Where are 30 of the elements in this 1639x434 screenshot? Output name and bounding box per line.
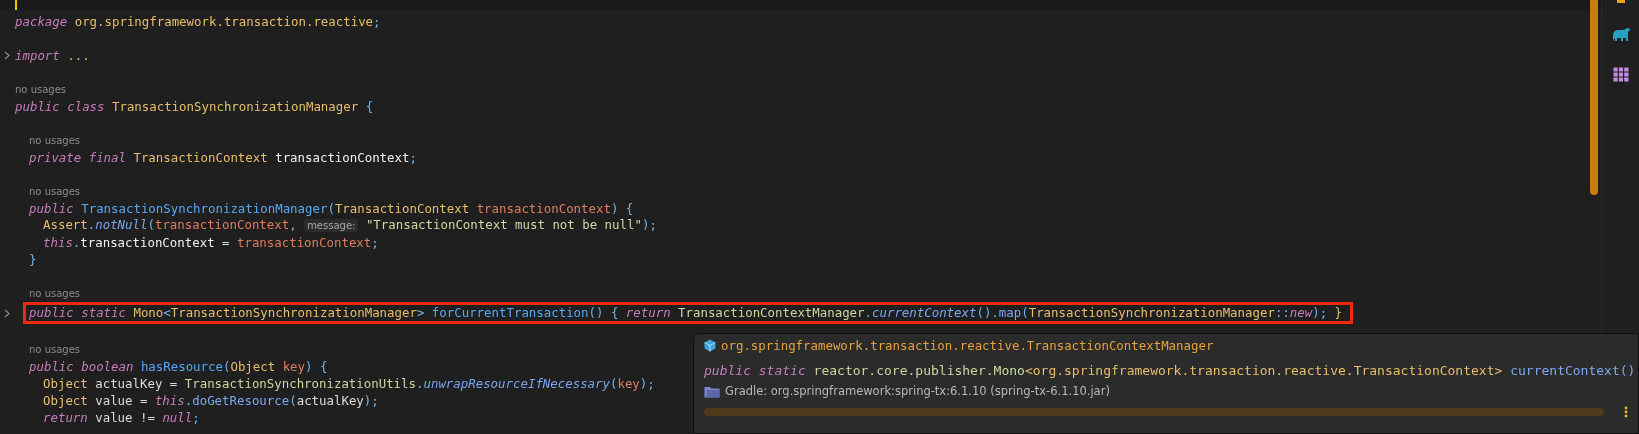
code-line: public class TransactionSynchronizationManager { <box>15 98 374 115</box>
method-signature: public static reactor.core.publisher.Mono<org.springframework.transaction.reactive.TransactionContext> currentContext() <box>704 363 1637 378</box>
code-line: Assert.notNull(transactionContext, message: "TransactionContext must not be null"); <box>43 217 657 234</box>
code-line: public TransactionSynchronizationManager(TransactionContext transactionContext) { <box>29 200 634 217</box>
more-icon[interactable] <box>1624 406 1628 418</box>
usage-hint[interactable]: no usages <box>29 288 81 299</box>
scrollbar-thumb[interactable] <box>704 408 1604 416</box>
table-icon[interactable] <box>1612 67 1629 82</box>
code-line: private final TransactionContext transactionContext; <box>29 149 417 166</box>
fold-chevron-icon[interactable] <box>4 308 10 318</box>
usage-hint[interactable]: no usages <box>29 186 81 197</box>
code-line: this.transactionContext = transactionContext; <box>43 234 379 251</box>
usage-hint[interactable]: no usages <box>15 84 67 95</box>
code-line: } <box>29 251 37 268</box>
code-line: public boolean hasResource(Object key) { <box>29 358 328 375</box>
class-name[interactable]: org.springframework.transaction.reactive.TransactionContextManager <box>721 338 1214 353</box>
code-line: return value != null; <box>43 409 200 426</box>
fold-chevron-icon[interactable] <box>4 51 10 60</box>
elephant-icon[interactable] <box>1610 27 1631 43</box>
cube-icon <box>704 339 716 352</box>
code-line: import ... <box>15 47 90 64</box>
usage-hint[interactable]: no usages <box>29 135 81 146</box>
code-line: Object value = this.doGetResource(actualKey); <box>43 392 379 409</box>
code-line: Object actualKey = TransactionSynchronizationUtils.unwrapResourceIfNecessary(key); <box>43 375 655 392</box>
folder-icon <box>704 384 720 398</box>
text-caret <box>15 0 17 10</box>
library-source: Gradle: org.springframework:spring-tx:6.1.10 (spring-tx-6.1.10.jar) <box>725 384 1110 398</box>
code-line: package org.springframework.transaction.reactive; <box>15 13 381 30</box>
usage-hint[interactable]: no usages <box>29 344 81 355</box>
scrollbar-thumb[interactable] <box>1590 0 1598 195</box>
